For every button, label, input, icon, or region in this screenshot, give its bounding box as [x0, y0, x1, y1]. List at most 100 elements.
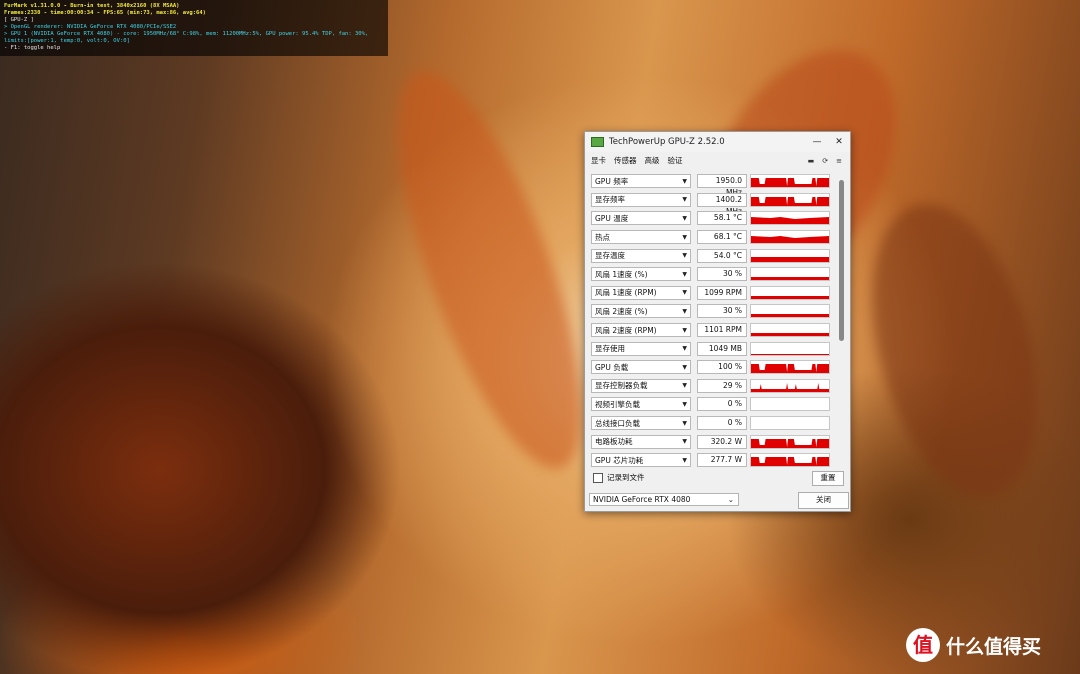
sensor-name-dropdown[interactable]: GPU 频率 ▼: [591, 174, 691, 189]
sensor-graph-plot: [751, 353, 829, 355]
sensor-name-dropdown[interactable]: GPU 温度 ▼: [591, 211, 691, 226]
sensor-value: 68.1 °C: [697, 230, 747, 245]
sensor-name-dropdown[interactable]: 风扇 2速度 (RPM) ▼: [591, 323, 691, 338]
sensor-value: 54.0 °C: [697, 248, 747, 263]
sensor-graph-plot: [751, 196, 829, 206]
sensor-graph: [750, 304, 830, 319]
tab-sensors[interactable]: 传感器: [614, 155, 637, 166]
background-art: [361, 52, 619, 488]
sensor-value: 320.2 W: [697, 434, 747, 449]
sensor-graph-plot: [751, 333, 829, 337]
dropdown-arrow-icon: ▼: [682, 326, 687, 334]
refresh-icon[interactable]: ⟳: [822, 157, 828, 165]
sensor-graph-plot: [751, 236, 829, 244]
dropdown-arrow-icon: ▼: [682, 214, 687, 222]
sensor-name-dropdown[interactable]: 电路板功耗 ▼: [591, 434, 691, 449]
sensor-graph-plot: [751, 256, 829, 262]
watermark: 值 什么值得买: [906, 628, 1041, 662]
dropdown-arrow-icon: ▼: [682, 252, 687, 260]
dropdown-arrow-icon: ▼: [682, 438, 687, 446]
tab-graphics-card[interactable]: 显卡: [591, 155, 606, 166]
sensor-label: 视频引擎负载: [595, 399, 640, 409]
sensor-row: GPU 负载 ▼ 100 %: [591, 358, 837, 377]
osd-line: > GPU 1 (NVIDIA GeForce RTX 4080) - core…: [4, 31, 369, 44]
sensor-name-dropdown[interactable]: 热点 ▼: [591, 230, 691, 245]
sensor-label: 总线接口负载: [595, 418, 640, 428]
sensor-name-dropdown[interactable]: 视频引擎负载 ▼: [591, 397, 691, 412]
sensor-row: 风扇 2速度 (RPM) ▼ 1101 RPM: [591, 321, 837, 340]
sensor-graph-line: [751, 457, 829, 467]
sensor-label: GPU 芯片功耗: [595, 455, 644, 465]
dropdown-arrow-icon: ▼: [682, 177, 687, 185]
sensor-name-dropdown[interactable]: 显存温度 ▼: [591, 248, 691, 263]
hamburger-menu-icon[interactable]: ≡: [836, 157, 842, 165]
sensor-row: 电路板功耗 ▼ 320.2 W: [591, 432, 837, 451]
tab-advanced[interactable]: 高级: [645, 155, 660, 166]
tab-validation[interactable]: 验证: [668, 155, 683, 166]
sensor-row: GPU 频率 ▼ 1950.0 MHz: [591, 172, 837, 197]
dropdown-arrow-icon: ▼: [682, 233, 687, 241]
sensor-row: 显存温度 ▼ 54.0 °C: [591, 246, 837, 265]
sensor-graph-line: [751, 178, 829, 188]
sensor-graph: [750, 378, 830, 393]
gpuz-app-icon: [591, 137, 604, 147]
sensor-name-dropdown[interactable]: GPU 芯片功耗 ▼: [591, 453, 691, 468]
gpu-select-dropdown[interactable]: NVIDIA GeForce RTX 4080 ⌄: [589, 493, 739, 506]
minimize-button[interactable]: —: [806, 137, 828, 147]
sensor-graph-line: [751, 196, 829, 206]
sensor-value: 0 %: [697, 397, 747, 412]
close-button[interactable]: 关闭: [798, 492, 849, 509]
sensor-label: 显存频率: [595, 195, 625, 205]
sensor-name-dropdown[interactable]: 显存频率 ▼: [591, 192, 691, 207]
sensor-label: 风扇 1速度 (RPM): [595, 288, 657, 298]
sensor-name-dropdown[interactable]: 风扇 1速度 (%) ▼: [591, 267, 691, 282]
sensor-graph-plot: [751, 457, 829, 467]
window-title: TechPowerUp GPU-Z 2.52.0: [609, 137, 725, 147]
sensor-graph-plot: [751, 217, 829, 225]
watermark-text: 什么值得买: [946, 635, 1042, 658]
sensor-name-dropdown[interactable]: GPU 负载 ▼: [591, 360, 691, 375]
sensor-name-dropdown[interactable]: 显存控制器负载 ▼: [591, 378, 691, 393]
sensor-value: 29 %: [697, 378, 747, 393]
osd-line: > OpenGL renderer: NVIDIA GeForce RTX 40…: [4, 24, 177, 30]
sensor-graph: [750, 267, 830, 282]
title-bar[interactable]: TechPowerUp GPU-Z 2.52.0 — ✕: [585, 132, 850, 152]
sensor-graph: [750, 360, 830, 375]
log-to-file[interactable]: 记录到文件: [593, 472, 645, 483]
sensor-name-dropdown[interactable]: 总线接口负载 ▼: [591, 416, 691, 431]
sensor-row: 显存频率 ▼ 1400.2 MHz: [591, 191, 837, 216]
sensor-graph-plot: [751, 438, 829, 448]
sensor-graph-line: [751, 364, 829, 374]
sensor-graph: [750, 323, 830, 338]
dropdown-arrow-icon: ▼: [682, 270, 687, 278]
sensor-label: 显存控制器负载: [595, 381, 648, 391]
sensor-graph: [750, 453, 830, 468]
sensor-graph-line: [751, 314, 829, 318]
sensor-graph-line: [751, 277, 829, 281]
sensor-graph-plot: [751, 295, 829, 299]
sensor-row: 风扇 1速度 (RPM) ▼ 1099 RPM: [591, 284, 837, 303]
dropdown-arrow-icon: ▼: [682, 419, 687, 427]
sensor-label: 风扇 1速度 (%): [595, 269, 648, 279]
sensor-graph: [750, 416, 830, 431]
sensor-row: 显存控制器负载 ▼ 29 %: [591, 377, 837, 396]
sensor-graph-plot: [751, 417, 829, 429]
sensor-graph: [750, 192, 830, 207]
sensor-label: 热点: [595, 232, 610, 242]
sensor-graph: [750, 174, 830, 189]
dropdown-arrow-icon: ▼: [682, 400, 687, 408]
watermark-logo: 值: [906, 628, 940, 662]
sensor-name-dropdown[interactable]: 显存使用 ▼: [591, 341, 691, 356]
sensor-name-dropdown[interactable]: 风扇 2速度 (%) ▼: [591, 304, 691, 319]
screenshot-icon[interactable]: ▬: [808, 157, 815, 165]
sensor-graph-line: [751, 353, 829, 355]
sensor-name-dropdown[interactable]: 风扇 1速度 (RPM) ▼: [591, 285, 691, 300]
close-window-button[interactable]: ✕: [828, 137, 850, 147]
sensor-row: GPU 芯片功耗 ▼ 277.7 W: [591, 451, 837, 469]
log-checkbox[interactable]: [593, 472, 603, 483]
gpu-select-value: NVIDIA GeForce RTX 4080: [593, 495, 691, 504]
reset-button[interactable]: 重置: [812, 471, 844, 486]
scrollbar[interactable]: [839, 180, 844, 341]
sensor-label: GPU 负载: [595, 362, 629, 372]
osd-line: Frames:2330 - time:00:00:34 - FPS:65 (mi…: [4, 10, 206, 16]
